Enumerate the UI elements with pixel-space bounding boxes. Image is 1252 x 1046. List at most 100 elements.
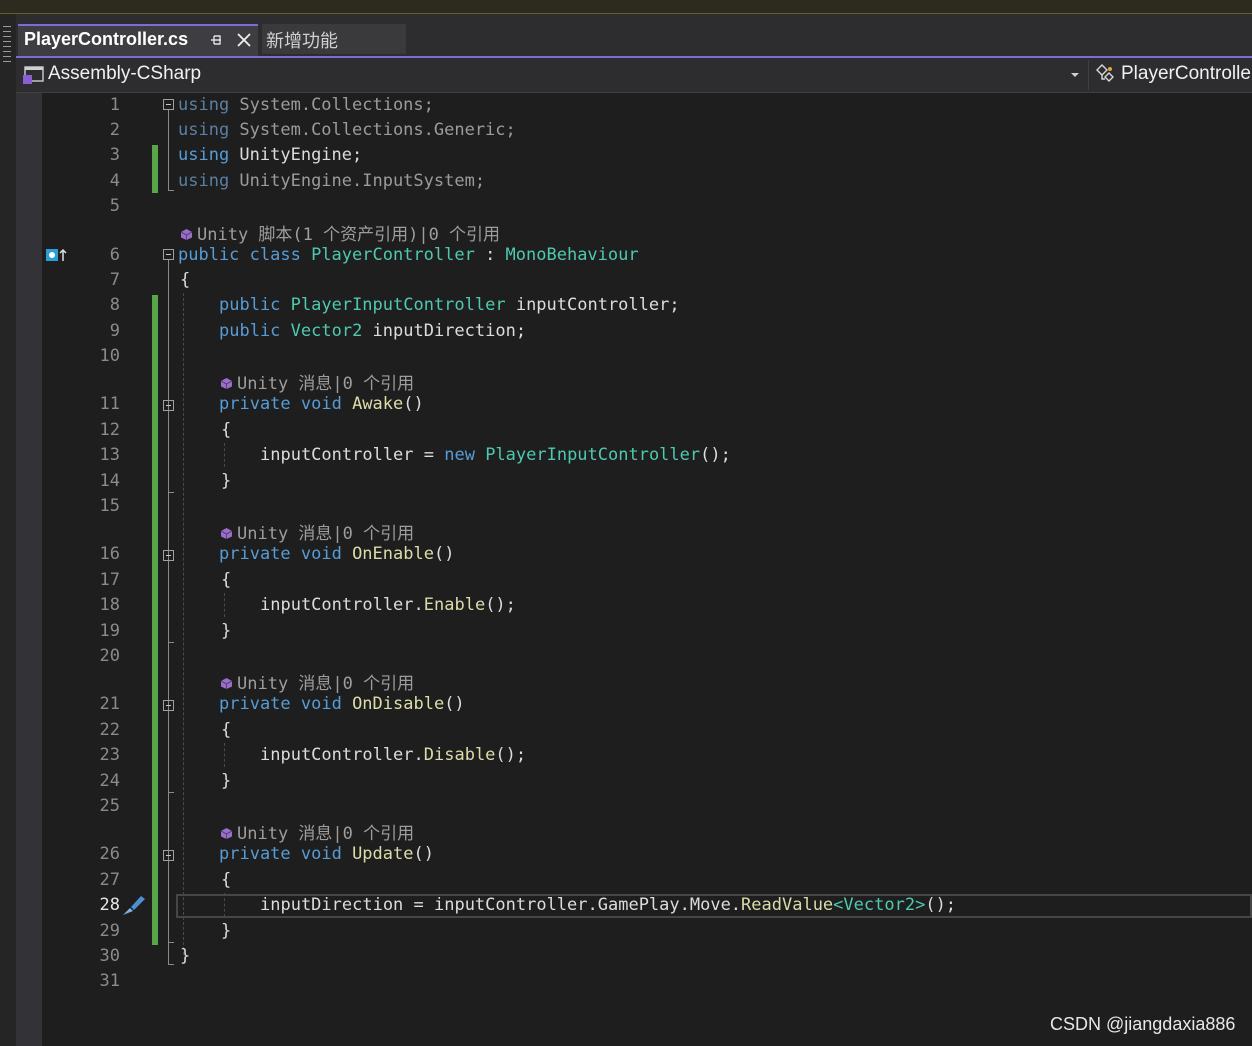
line-number: 6 — [109, 245, 120, 265]
code-line: public Vector2 inputDirection; — [219, 321, 527, 341]
line-number: 12 — [99, 420, 120, 440]
indent-guide — [183, 293, 184, 955]
code-line: { — [221, 870, 232, 890]
tab-playercontroller[interactable]: PlayerController.cs — [18, 24, 258, 56]
tool-window-rail[interactable] — [0, 14, 17, 1046]
class-icon — [1096, 64, 1114, 82]
line-number: 20 — [99, 646, 120, 666]
code-line: using System.Collections.Generic; — [178, 120, 516, 140]
code-line: using UnityEngine; — [178, 145, 363, 165]
collapse-toggle[interactable] — [163, 850, 174, 861]
code-line: } — [180, 946, 191, 966]
rail-tab-icon[interactable] — [2, 22, 12, 86]
navigation-bar: Assembly-CSharp PlayerControlle — [16, 58, 1252, 93]
outline-line — [168, 110, 169, 190]
line-number: 26 — [99, 844, 120, 864]
line-number: 17 — [99, 570, 120, 590]
line-number: 16 — [99, 544, 120, 564]
change-indicator — [152, 145, 158, 193]
indent-guide — [224, 443, 225, 467]
line-number: 21 — [99, 694, 120, 714]
code-line: inputController.Disable(); — [260, 745, 527, 765]
code-line: } — [221, 771, 232, 791]
csharp-project-icon — [23, 66, 44, 84]
collapse-toggle[interactable] — [163, 700, 174, 711]
line-number: 13 — [99, 445, 120, 465]
outline-end — [168, 964, 174, 965]
line-number: 14 — [99, 471, 120, 491]
document-tab-bar: PlayerController.cs 新增功能 — [16, 14, 1252, 58]
code-line: inputController = new PlayerInputControl… — [260, 445, 731, 465]
brush-icon[interactable] — [121, 893, 147, 917]
unity-cube-icon — [220, 828, 233, 839]
line-number: 30 — [99, 946, 120, 966]
line-number: 9 — [109, 321, 120, 341]
collapse-toggle[interactable] — [163, 550, 174, 561]
tab-new-features[interactable]: 新增功能 — [262, 24, 406, 54]
line-number: 7 — [109, 270, 120, 290]
line-number: 5 — [109, 196, 120, 216]
code-line: private void Update() — [219, 844, 434, 864]
line-number: 10 — [99, 346, 120, 366]
code-line: { — [180, 270, 191, 290]
line-number: 27 — [99, 870, 120, 890]
line-number: 23 — [99, 745, 120, 765]
code-line-current: inputDirection = inputController.GamePla… — [260, 895, 957, 915]
title-strip — [0, 0, 1252, 14]
line-number: 24 — [99, 771, 120, 791]
line-number: 18 — [99, 595, 120, 615]
outline-end — [168, 942, 174, 943]
indent-guide — [224, 593, 225, 617]
codelens-references[interactable]: Unity 消息|0 个引用 — [220, 669, 414, 694]
code-line: } — [221, 621, 232, 641]
change-indicator — [152, 295, 158, 945]
line-number: 8 — [109, 295, 120, 315]
line-number: 31 — [99, 971, 120, 991]
watermark: CSDN @jiangdaxia886 — [1050, 1014, 1236, 1034]
code-editor[interactable]: 1 2 3 4 5 6 7 8 9 10 11 12 13 14 15 16 1… — [16, 93, 1252, 1046]
collapse-toggle[interactable] — [163, 249, 174, 260]
codelens-references[interactable]: Unity 消息|0 个引用 — [220, 519, 414, 544]
line-number: 29 — [99, 921, 120, 941]
close-icon[interactable] — [235, 31, 253, 49]
code-line: { — [221, 570, 232, 590]
class-dropdown[interactable]: PlayerControlle — [1121, 63, 1251, 85]
code-line: public PlayerInputController inputContro… — [219, 295, 680, 315]
line-number: 15 — [99, 496, 120, 516]
line-number-current: 28 — [99, 895, 120, 915]
code-line: { — [221, 720, 232, 740]
chevron-down-icon[interactable] — [1070, 71, 1080, 79]
indent-guide — [224, 743, 225, 767]
line-number: 19 — [99, 621, 120, 641]
collapse-toggle[interactable] — [163, 99, 174, 110]
line-number: 11 — [99, 394, 120, 414]
codelens-references[interactable]: Unity 脚本(1 个资产引用)|0 个引用 — [180, 220, 500, 245]
codelens-references[interactable]: Unity 消息|0 个引用 — [220, 369, 414, 394]
line-number: 2 — [109, 120, 120, 140]
tab-title: PlayerController.cs — [24, 29, 189, 49]
outline-end — [168, 492, 174, 493]
code-line: using System.Collections; — [178, 95, 434, 115]
outline-end — [168, 792, 174, 793]
line-number: 1 — [109, 95, 120, 115]
code-line: private void OnDisable() — [219, 694, 465, 714]
code-line: } — [221, 471, 232, 491]
code-line: public class PlayerController : MonoBeha… — [178, 245, 639, 265]
pin-icon[interactable] — [209, 31, 223, 49]
code-line: using UnityEngine.InputSystem; — [178, 171, 486, 191]
collapse-toggle[interactable] — [163, 400, 174, 411]
navbar-divider — [1088, 60, 1089, 90]
line-number: 3 — [109, 145, 120, 165]
unity-cube-icon — [220, 678, 233, 689]
project-dropdown[interactable]: Assembly-CSharp — [48, 63, 201, 85]
outline-end — [168, 642, 174, 643]
code-line: inputController.Enable(); — [260, 595, 516, 615]
code-line: private void OnEnable() — [219, 544, 455, 564]
tab-title: 新增功能 — [266, 31, 338, 51]
code-line: { — [221, 420, 232, 440]
codelens-references[interactable]: Unity 消息|0 个引用 — [220, 819, 414, 844]
line-number: 22 — [99, 720, 120, 740]
outline-end — [168, 190, 174, 191]
line-number: 4 — [109, 171, 120, 191]
unity-cube-icon — [220, 528, 233, 539]
